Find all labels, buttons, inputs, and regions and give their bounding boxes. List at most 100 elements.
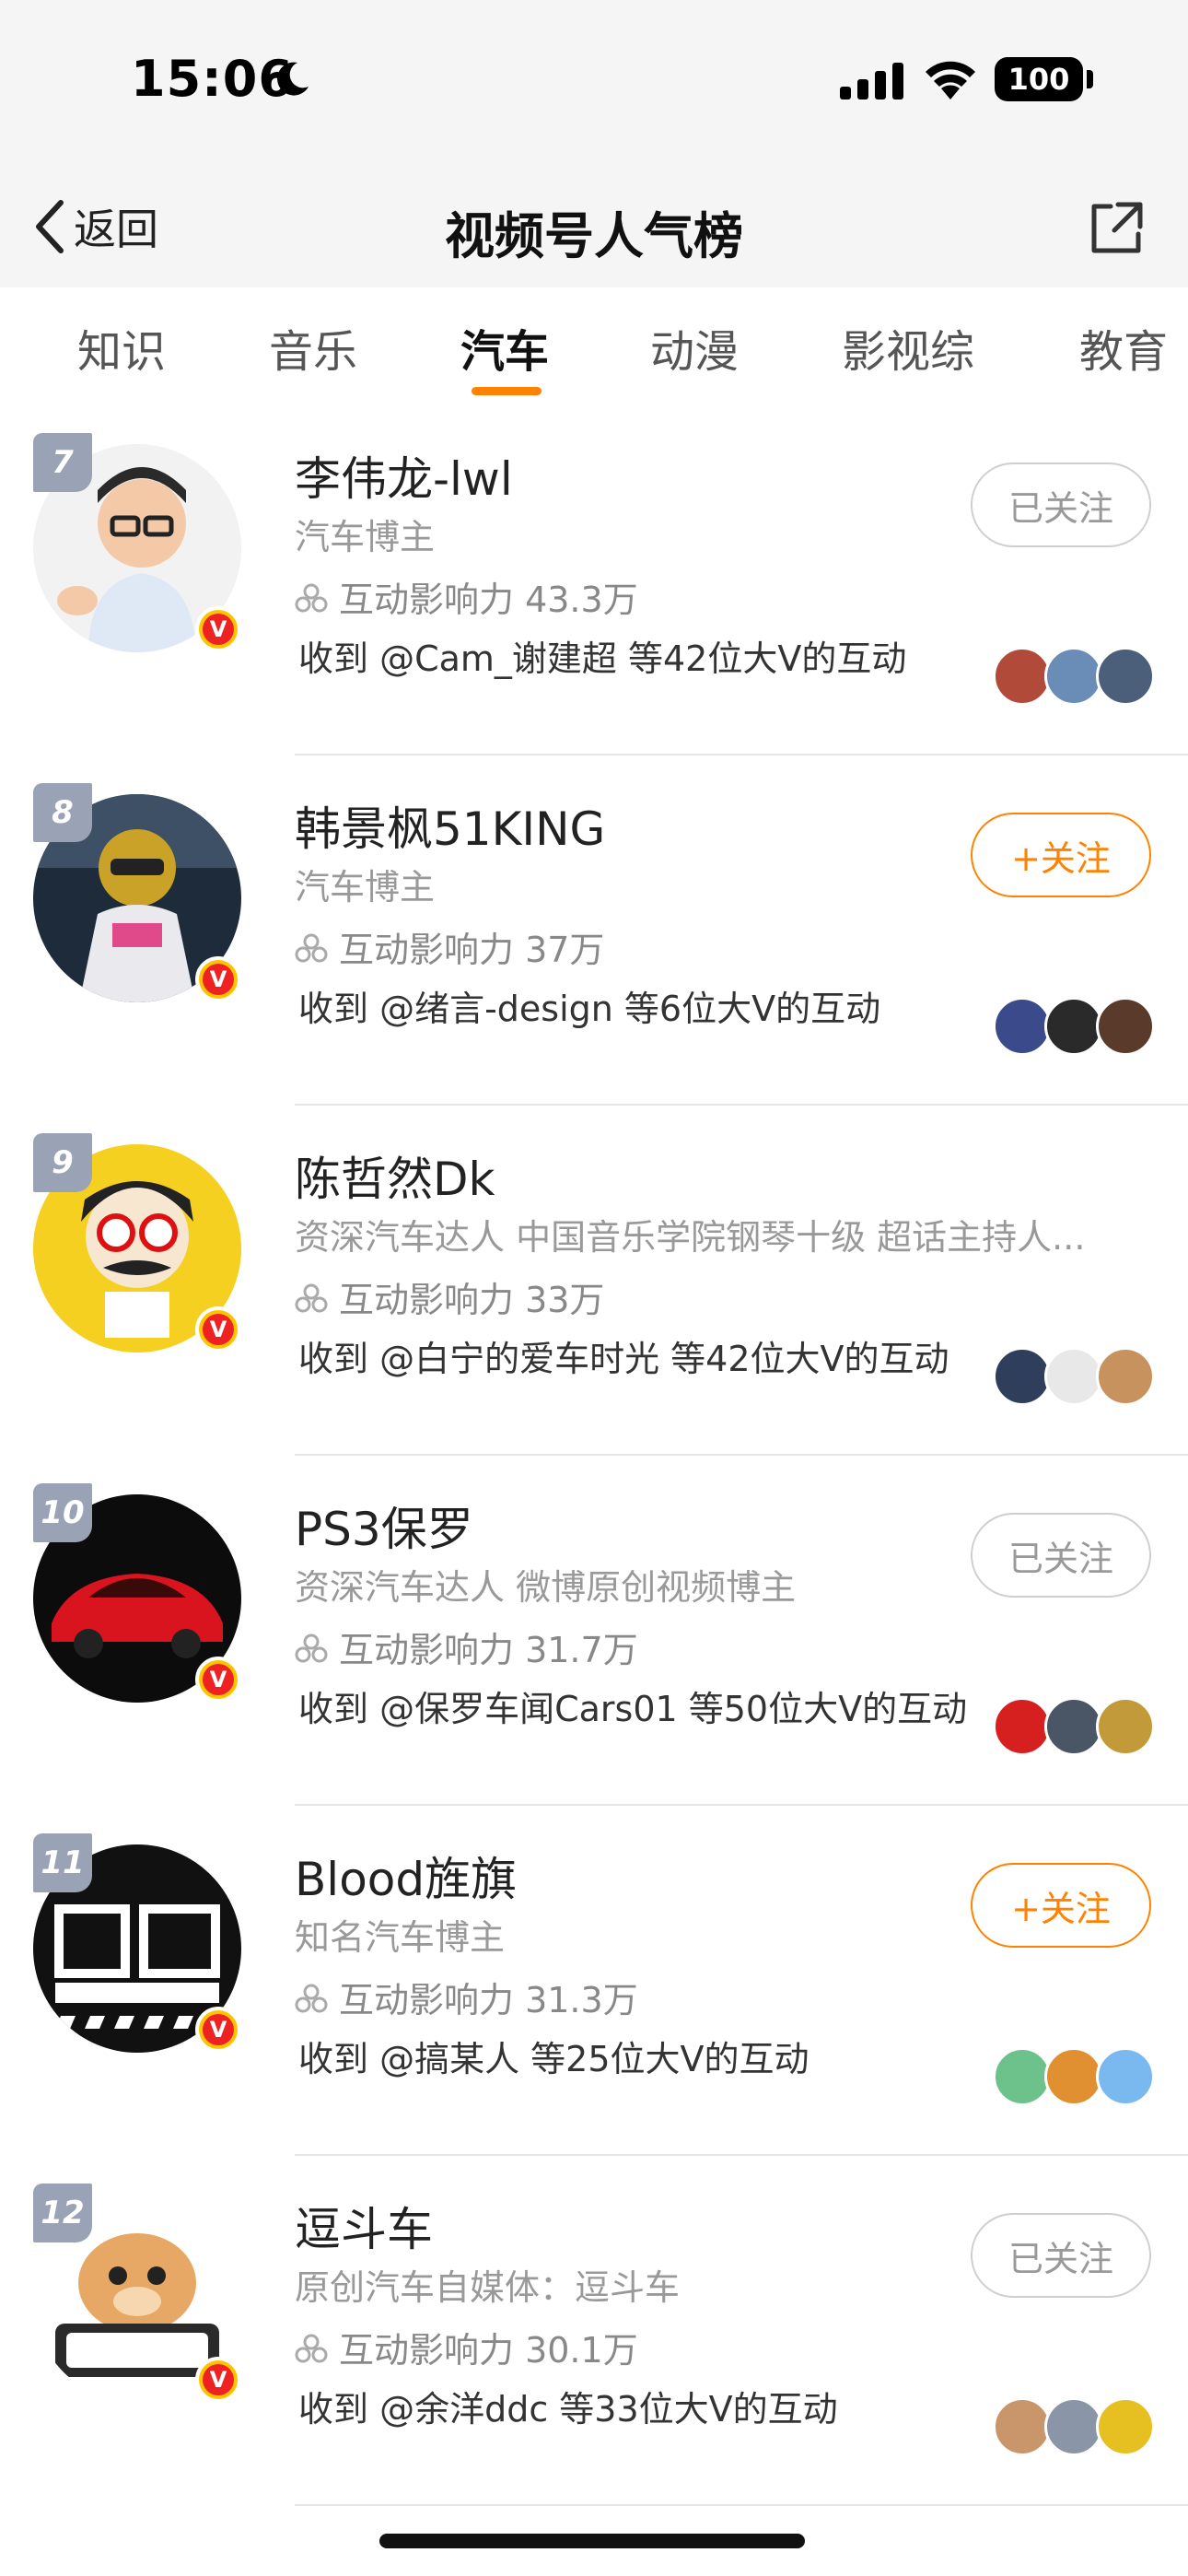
list-item[interactable]: 9 V 陈哲然Dk 资深汽车达人 中国音乐学院钢琴十级 超话主持人... 互动影… xyxy=(0,1106,1188,1456)
received-interactions[interactable]: 收到 @绪言-design 等6位大V的互动 xyxy=(298,980,880,1031)
verified-icon: V xyxy=(195,2007,241,2053)
status-bar: 15:06 100 xyxy=(0,0,1188,161)
mini-avatar xyxy=(1096,997,1155,1056)
tab-music[interactable]: 音乐 xyxy=(269,315,357,380)
top-bar: 15:06 100 返回 视频号人气榜 xyxy=(0,0,1188,287)
influence-value: 互动影响力 30.1万 xyxy=(339,2330,638,2371)
user-description: 知名汽车博主 xyxy=(295,1917,506,1958)
list-item[interactable]: 8 V 韩景枫51KING 汽车博主 互动影响力 37万 收到 @绪言-desi… xyxy=(0,755,1188,1106)
avatar-container[interactable]: 8 V xyxy=(33,783,241,1002)
followed-button[interactable]: 已关注 xyxy=(971,2213,1151,2298)
list-item[interactable]: 11 V Blood旌旗 知名汽车博主 互动影响力 31.3万 收到 @搞某人 … xyxy=(0,1806,1188,2156)
moon-icon xyxy=(277,62,309,96)
tab-cars[interactable]: 汽车 xyxy=(460,315,549,380)
influence-stat: 互动影响力 31.7万 xyxy=(295,1622,638,1672)
status-time: 15:06 xyxy=(131,50,294,108)
influence-stat: 互动影响力 43.3万 xyxy=(295,571,638,622)
received-interactions[interactable]: 收到 @余洋ddc 等33位大V的互动 xyxy=(298,2381,838,2431)
user-name[interactable]: 李伟龙-lwl xyxy=(295,442,513,509)
user-description: 资深汽车达人 中国音乐学院钢琴十级 超话主持人... xyxy=(295,1217,1086,1258)
battery-cap xyxy=(1087,70,1093,88)
influence-icon xyxy=(295,2334,328,2362)
tab-education[interactable]: 教育 xyxy=(1079,315,1168,380)
tab-film-tv[interactable]: 影视综 xyxy=(842,315,974,380)
mini-avatar xyxy=(1044,2397,1103,2456)
mini-avatar xyxy=(993,1697,1052,1756)
received-interactions[interactable]: 收到 @Cam_谢建超 等42位大V的互动 xyxy=(298,630,906,681)
user-name[interactable]: 陈哲然Dk xyxy=(295,1142,495,1209)
tab-knowledge[interactable]: 知识 xyxy=(77,315,166,380)
active-tab-indicator xyxy=(472,387,542,395)
influence-icon xyxy=(295,1283,328,1312)
wifi-icon xyxy=(926,61,975,100)
tab-anime[interactable]: 动漫 xyxy=(650,315,739,380)
share-icon[interactable] xyxy=(1087,199,1146,258)
mini-avatar xyxy=(993,647,1052,706)
followed-button[interactable]: 已关注 xyxy=(971,1513,1151,1598)
battery-indicator: 100 xyxy=(995,57,1083,101)
user-description: 原创汽车自媒体：逗斗车 xyxy=(295,2267,681,2308)
category-tabs: 知识 音乐 汽车 动漫 影视综 教育 xyxy=(0,287,1188,407)
avatar-container[interactable]: 9 V xyxy=(33,1133,241,1352)
mini-avatar xyxy=(993,1347,1052,1406)
influence-icon xyxy=(295,1633,328,1662)
user-name[interactable]: 韩景枫51KING xyxy=(295,792,605,859)
influence-value: 互动影响力 43.3万 xyxy=(339,580,638,620)
influence-value: 互动影响力 31.3万 xyxy=(339,1980,638,2020)
avatar-container[interactable]: 10 V xyxy=(33,1483,241,1703)
mini-avatar xyxy=(1096,2397,1155,2456)
influence-stat: 互动影响力 37万 xyxy=(295,921,604,972)
received-interactions[interactable]: 收到 @搞某人 等25位大V的互动 xyxy=(298,2031,809,2081)
mini-avatar xyxy=(1096,2047,1155,2106)
influence-stat: 互动影响力 33万 xyxy=(295,1271,604,1322)
avatar-container[interactable]: 7 V xyxy=(33,433,241,652)
influence-value: 互动影响力 37万 xyxy=(339,930,605,970)
user-name[interactable]: Blood旌旗 xyxy=(295,1843,517,1909)
list-item[interactable]: 10 V PS3保罗 资深汽车达人 微博原创视频博主 互动影响力 31.7万 收… xyxy=(0,1456,1188,1806)
verified-icon: V xyxy=(195,2357,241,2403)
rank-badge: 9 xyxy=(33,1133,92,1192)
mini-avatar xyxy=(993,2397,1052,2456)
follow-button[interactable]: +关注 xyxy=(971,1863,1151,1948)
received-interactions[interactable]: 收到 @保罗车闻Cars01 等50位大V的互动 xyxy=(298,1680,967,1731)
mini-avatar xyxy=(1096,647,1155,706)
mini-avatar xyxy=(1044,997,1103,1056)
divider xyxy=(295,2504,1188,2506)
influence-stat: 互动影响力 30.1万 xyxy=(295,2322,638,2372)
avatar-container[interactable]: 12 V xyxy=(33,2184,241,2403)
list-item[interactable]: 7 V 李伟龙-lwl 汽车博主 互动影响力 43.3万 收到 @Cam_谢建超… xyxy=(0,405,1188,755)
mini-avatar xyxy=(1044,647,1103,706)
mini-avatar xyxy=(1096,1347,1155,1406)
verified-icon: V xyxy=(195,956,241,1002)
influence-stat: 互动影响力 31.3万 xyxy=(295,1972,638,2022)
user-description: 资深汽车达人 微博原创视频博主 xyxy=(295,1567,797,1608)
followed-button[interactable]: 已关注 xyxy=(971,463,1151,547)
cellular-signal-icon xyxy=(840,63,903,100)
mini-avatar xyxy=(1044,1697,1103,1756)
rank-badge: 7 xyxy=(33,433,92,492)
received-interactions[interactable]: 收到 @白宁的爱车时光 等42位大V的互动 xyxy=(298,1330,949,1381)
verified-icon: V xyxy=(195,606,241,652)
influence-icon xyxy=(295,933,328,962)
verified-icon: V xyxy=(195,1657,241,1703)
mini-avatar xyxy=(1044,1347,1103,1406)
user-description: 汽车博主 xyxy=(295,867,436,907)
mini-avatar xyxy=(1044,2047,1103,2106)
avatar-container[interactable]: 11 V xyxy=(33,1833,241,2053)
navigation-bar: 返回 视频号人气榜 xyxy=(0,175,1188,276)
list-item[interactable]: 12 V 逗斗车 原创汽车自媒体：逗斗车 互动影响力 30.1万 收到 @余洋d… xyxy=(0,2156,1188,2506)
influence-icon xyxy=(295,583,328,612)
rank-badge: 8 xyxy=(33,783,92,842)
rank-badge: 10 xyxy=(33,1483,92,1542)
rank-badge: 11 xyxy=(33,1833,92,1892)
user-description: 汽车博主 xyxy=(295,517,436,557)
home-indicator[interactable] xyxy=(379,2534,805,2548)
user-name[interactable]: PS3保罗 xyxy=(295,1493,473,1559)
influence-icon xyxy=(295,1984,328,2012)
mini-avatar xyxy=(993,2047,1052,2106)
mini-avatar xyxy=(993,997,1052,1056)
user-name[interactable]: 逗斗车 xyxy=(295,2193,433,2259)
follow-button[interactable]: +关注 xyxy=(971,813,1151,897)
influence-value: 互动影响力 31.7万 xyxy=(339,1630,638,1670)
influence-value: 互动影响力 33万 xyxy=(339,1280,605,1320)
